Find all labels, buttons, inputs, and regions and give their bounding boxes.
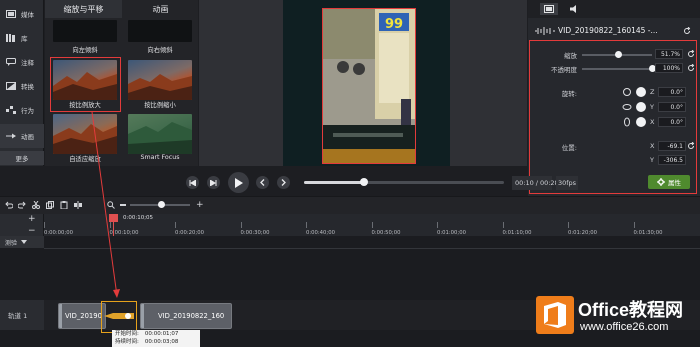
watermark-title: Office教程网 [578,300,684,320]
watermark-url: www.office26.com [580,321,669,333]
annotation-arrow [91,111,120,298]
office-logo-icon [544,302,566,328]
brand-logo [536,296,574,334]
